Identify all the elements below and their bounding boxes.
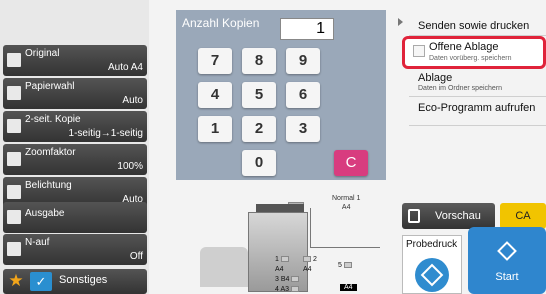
- key-5[interactable]: 5: [242, 82, 276, 108]
- zoom-icon: [7, 152, 21, 166]
- offene-ablage-item[interactable]: Offene Ablage Daten vorüberg. speichern: [402, 36, 546, 69]
- tray-5[interactable]: 5: [338, 262, 352, 269]
- star-icon[interactable]: ★: [6, 271, 26, 291]
- key-0[interactable]: 0: [242, 150, 276, 176]
- n-up-icon: [7, 242, 21, 256]
- checkbox[interactable]: [413, 45, 425, 57]
- preview-icon: [408, 209, 420, 223]
- tray-1[interactable]: 1: [275, 256, 289, 263]
- copy-count-keypad: Anzahl Kopien 1 7 8 9 4 5 6 1 2 3 0 C: [176, 10, 386, 180]
- duplex-icon: [7, 119, 21, 133]
- exposure-icon: [7, 185, 21, 199]
- start-button[interactable]: Start: [468, 227, 546, 294]
- key-6[interactable]: 6: [286, 82, 320, 108]
- check-icon[interactable]: ✓: [30, 272, 52, 291]
- divider: [409, 125, 546, 126]
- expand-arrow-icon[interactable]: [398, 18, 403, 26]
- key-8[interactable]: 8: [242, 48, 276, 74]
- tray-3[interactable]: 3 B4: [275, 276, 300, 283]
- zoom-button[interactable]: Zoomfaktor 100%: [3, 144, 147, 175]
- send-and-print-item[interactable]: Senden sowie drucken: [418, 20, 529, 32]
- key-9[interactable]: 9: [286, 48, 320, 74]
- ablage-subtitle: Daten im Ordner speichern: [418, 85, 503, 92]
- start-diamond-icon: [415, 258, 449, 292]
- key-2[interactable]: 2: [242, 116, 276, 142]
- output-tray-graphic: [200, 247, 248, 287]
- tray-5-size: A4: [340, 284, 357, 291]
- paper-icon: [7, 86, 21, 100]
- key-1[interactable]: 1: [198, 116, 232, 142]
- original-button[interactable]: Original Auto A4: [3, 45, 147, 76]
- tray-2-size: A4: [303, 266, 312, 273]
- eco-program-item[interactable]: Eco-Programm aufrufen: [418, 102, 535, 114]
- left-settings-panel: Original Auto A4 Papierwahl Auto 2-seit.…: [0, 0, 149, 294]
- tray-1-size: A4: [275, 266, 284, 273]
- key-7[interactable]: 7: [198, 48, 232, 74]
- tray-connector-line: [310, 208, 380, 248]
- papierwahl-button[interactable]: Papierwahl Auto: [3, 78, 147, 109]
- copies-label: Anzahl Kopien: [182, 16, 260, 30]
- output-button[interactable]: Ausgabe: [3, 202, 147, 233]
- tray-4[interactable]: 4 A3: [275, 286, 299, 293]
- start-diamond-icon: [497, 241, 517, 261]
- ablage-item[interactable]: Ablage: [418, 72, 452, 84]
- tray-2[interactable]: 2: [303, 256, 317, 263]
- clear-all-button[interactable]: CA: [500, 203, 546, 229]
- sonstiges-button[interactable]: Sonstiges: [59, 274, 107, 286]
- output-icon: [7, 210, 21, 224]
- key-4[interactable]: 4: [198, 82, 232, 108]
- key-3[interactable]: 3: [286, 116, 320, 142]
- n-up-button[interactable]: N-auf Off: [3, 234, 147, 265]
- duplex-copy-button[interactable]: 2-seit. Kopie 1-seitig→1-seitig: [3, 111, 147, 142]
- document-icon: [7, 53, 21, 67]
- divider: [409, 96, 546, 97]
- bottom-toolbar: ★ ✓ Sonstiges: [3, 269, 147, 294]
- proof-print-button[interactable]: Probedruck: [402, 235, 462, 294]
- copies-input[interactable]: 1: [280, 18, 334, 40]
- printer-status-diagram: Normal 1 A4 1 A4 2 A4 3 B4 4 A3 5 A4: [200, 190, 385, 294]
- preview-button[interactable]: Vorschau: [402, 203, 495, 229]
- clear-button[interactable]: C: [334, 150, 368, 176]
